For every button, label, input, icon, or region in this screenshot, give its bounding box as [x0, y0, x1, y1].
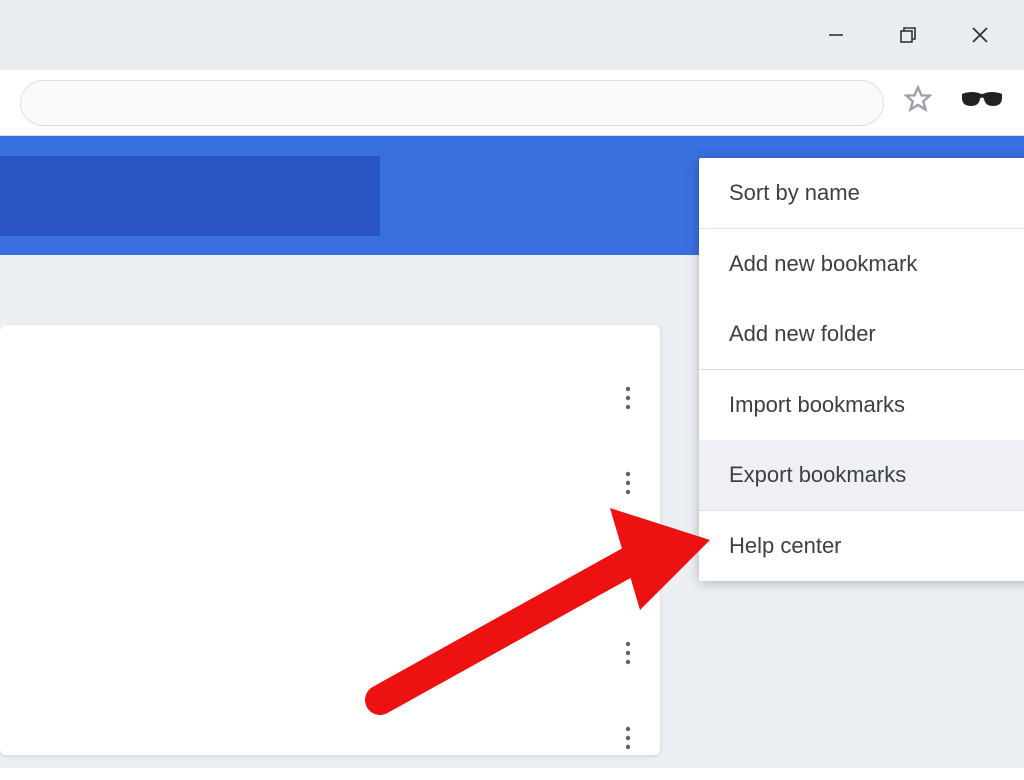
bookmark-row[interactable]: [0, 355, 660, 440]
address-bar-area: [0, 70, 1024, 136]
maximize-icon: [898, 25, 918, 45]
omnibox[interactable]: [20, 80, 884, 126]
menu-import-bookmarks[interactable]: Import bookmarks: [699, 370, 1024, 440]
bookmark-row[interactable]: [0, 610, 660, 695]
star-icon[interactable]: [904, 85, 932, 120]
minimize-button[interactable]: [800, 0, 872, 70]
window-titlebar: [0, 0, 1024, 70]
minimize-icon: [827, 26, 845, 44]
menu-sort-by-name[interactable]: Sort by name: [699, 158, 1024, 228]
close-button[interactable]: [944, 0, 1016, 70]
toolbar-icons: [894, 85, 1004, 120]
bookmark-row[interactable]: [0, 525, 660, 610]
menu-export-bookmarks[interactable]: Export bookmarks: [699, 440, 1024, 510]
menu-help-center[interactable]: Help center: [699, 511, 1024, 581]
organize-menu: Sort by name Add new bookmark Add new fo…: [699, 158, 1024, 581]
more-vert-icon[interactable]: [624, 640, 632, 666]
more-vert-icon[interactable]: [624, 385, 632, 411]
bookmarks-list-card: [0, 325, 660, 755]
close-icon: [970, 25, 990, 45]
bookmark-row[interactable]: [0, 440, 660, 525]
more-vert-icon[interactable]: [624, 555, 632, 581]
bookmarks-search-area[interactable]: [0, 156, 380, 236]
maximize-button[interactable]: [872, 0, 944, 70]
menu-add-new-bookmark[interactable]: Add new bookmark: [699, 229, 1024, 299]
sunglasses-icon[interactable]: [960, 90, 1004, 115]
bookmark-row[interactable]: [0, 695, 660, 780]
more-vert-icon[interactable]: [624, 725, 632, 751]
menu-add-new-folder[interactable]: Add new folder: [699, 299, 1024, 369]
more-vert-icon[interactable]: [624, 470, 632, 496]
